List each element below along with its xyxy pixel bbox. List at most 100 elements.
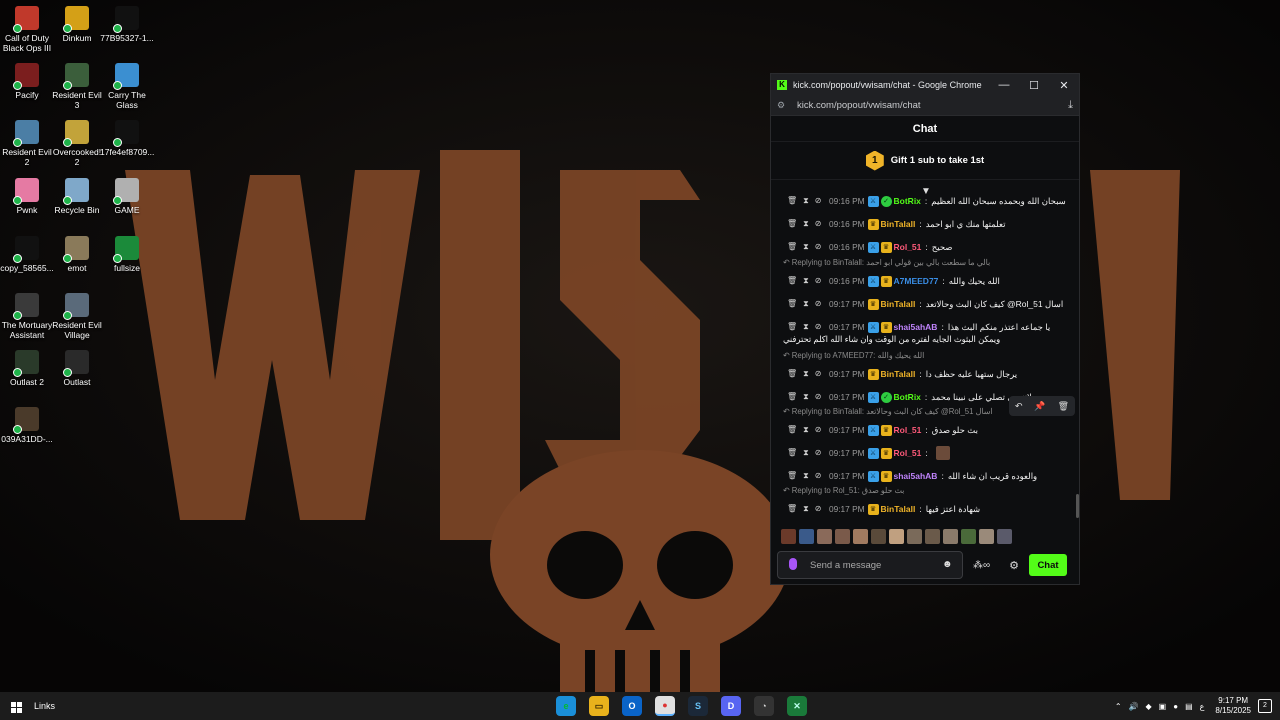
emote-image[interactable] (799, 528, 814, 544)
reply-icon[interactable]: ↶ (1015, 401, 1023, 412)
desktop-icon[interactable]: Resident Evil Village (50, 293, 104, 340)
file-explorer-icon[interactable]: ▭ (589, 696, 609, 716)
chevron-up-icon[interactable]: ⌃ (1115, 702, 1122, 711)
send-chat-button[interactable]: Chat (1029, 554, 1067, 576)
minimize-button[interactable]: — (989, 79, 1019, 91)
chat-message[interactable]: 🗑 ⧗ ⊘ 09:17 PM ⚔ ♛ shai5ahAB: والعوده قريب ان ش… (771, 467, 1071, 485)
desktop-icon[interactable]: 77B95327-1... (100, 6, 154, 43)
chrome-icon[interactable]: ● (655, 696, 675, 716)
desktop-icon[interactable]: fullsize (100, 236, 154, 273)
chat-message[interactable]: 🗑 ⧗ ⊘ 09:17 PM ♛ BinTalall: شهادة اعتز فيها (771, 500, 1071, 518)
mic-icon[interactable] (789, 558, 797, 570)
links-toolbar[interactable]: Links (34, 701, 55, 711)
trash-icon[interactable]: 🗑 (787, 219, 797, 229)
desktop-icon[interactable]: emot (50, 236, 104, 273)
desktop-icon[interactable]: Call of Duty Black Ops III (0, 6, 54, 53)
microphone-icon[interactable]: ● (1173, 702, 1178, 711)
ban-icon[interactable]: ⊘ (815, 369, 822, 379)
message-username[interactable]: BinTalall (881, 219, 916, 229)
message-username[interactable]: BinTalall (881, 504, 916, 514)
trash-icon[interactable]: 🗑 (787, 299, 797, 309)
trash-icon[interactable]: 🗑 (787, 392, 797, 402)
chat-message[interactable]: 🗑 ⧗ ⊘ 09:17 PM ⚔ ♛ Rol_51: بث حلو صدق (771, 421, 1071, 439)
emote-image[interactable] (781, 528, 796, 544)
desktop-icon[interactable]: Pwnk (0, 178, 54, 215)
clock[interactable]: 9:17 PM 8/15/2025 (1215, 696, 1251, 716)
timeout-icon[interactable]: ⧗ (803, 219, 809, 229)
window-titlebar[interactable]: K kick.com/popout/vwisam/chat - Google C… (771, 74, 1079, 96)
timeout-icon[interactable]: ⧗ (803, 504, 809, 514)
ban-icon[interactable]: ⊘ (815, 276, 822, 286)
ban-icon[interactable]: ⊘ (815, 425, 822, 435)
chat-message[interactable]: 🗑 ⧗ ⊘ 09:17 PM ♛ BinTalall: يرجال ستهيا عليه ح… (771, 365, 1071, 383)
ban-icon[interactable]: ⊘ (815, 392, 822, 402)
delete-icon[interactable]: 🗑 (1058, 401, 1069, 412)
ban-icon[interactable]: ⊘ (815, 196, 822, 206)
message-username[interactable]: shai5ahAB (894, 322, 938, 332)
emote-image[interactable] (871, 528, 886, 544)
desktop-icon[interactable]: Resident Evil 2 (0, 120, 54, 167)
reply-context[interactable]: ↶ Replying to BinTalall: كيف كان البث وح… (783, 407, 992, 419)
desktop-icon[interactable]: 039A31DD-... (0, 407, 54, 444)
trash-icon[interactable]: 🗑 (787, 276, 797, 286)
ban-icon[interactable]: ⊘ (815, 242, 822, 252)
trash-icon[interactable]: 🗑 (787, 196, 797, 206)
timeout-icon[interactable]: ⧗ (803, 242, 809, 252)
ban-icon[interactable]: ⊘ (815, 219, 822, 229)
desktop-icon[interactable]: 17fe4ef8709... (100, 120, 154, 157)
emote-image[interactable] (961, 528, 976, 544)
desktop-icon[interactable]: Overcooked! 2 (50, 120, 104, 167)
desktop-icon[interactable]: Carry The Glass (100, 63, 154, 110)
desktop-icon[interactable]: Recycle Bin (50, 178, 104, 215)
chat-message[interactable]: 🗑 ⧗ ⊘ 09:16 PM ♛ BinTalall: تعلمتها منك ي ابو … (771, 215, 1071, 233)
emoji-icon[interactable]: ☻ (942, 559, 953, 570)
trash-icon[interactable]: 🗑 (787, 425, 797, 435)
channel-points-icon[interactable]: ⁂∞ (973, 560, 1005, 571)
chat-message[interactable]: 🗑 ⧗ ⊘ 09:16 PM ⚔ ✓ BotRix: سبحان الله وبحمده سب… (771, 192, 1071, 210)
timeout-icon[interactable]: ⧗ (803, 322, 809, 332)
desktop-icon[interactable]: copy_58565... (0, 236, 54, 273)
timeout-icon[interactable]: ⧗ (803, 471, 809, 481)
chat-message[interactable]: 🗑 ⧗ ⊘ 09:16 PM ⚔ ♛ A7MEED77: الله يحيك والله (771, 272, 1071, 290)
edge-icon[interactable]: e (556, 696, 576, 716)
message-username[interactable]: Rol_51 (894, 242, 922, 252)
message-username[interactable]: BotRix (894, 196, 921, 206)
ban-icon[interactable]: ⊘ (815, 299, 822, 309)
notification-center-icon[interactable]: 2 (1258, 699, 1272, 713)
settings-gear-icon[interactable]: ⚙ (1005, 559, 1023, 572)
timeout-icon[interactable]: ⧗ (803, 299, 809, 309)
display-icon[interactable]: ▣ (1159, 702, 1167, 711)
gift-sub-banner[interactable]: 1 Gift 1 sub to take 1st (771, 142, 1079, 180)
start-button[interactable] (0, 699, 32, 713)
desktop-icon[interactable]: GAME (100, 178, 154, 215)
speedometer-icon[interactable]: ◔ (754, 696, 774, 716)
trash-icon[interactable]: 🗑 (787, 504, 797, 514)
desktop-icon[interactable]: Outlast (50, 350, 104, 387)
emote-image[interactable] (943, 528, 958, 544)
trash-icon[interactable]: 🗑 (787, 369, 797, 379)
timeout-icon[interactable]: ⧗ (803, 369, 809, 379)
network-icon[interactable]: ▤ (1185, 702, 1193, 711)
discord-icon[interactable]: D (721, 696, 741, 716)
address-bar[interactable]: ⚙ kick.com/popout/vwisam/chat ⤓ (771, 96, 1079, 116)
pin-icon[interactable]: 📌 (1034, 401, 1045, 412)
desktop-icon[interactable]: Outlast 2 (0, 350, 54, 387)
message-username[interactable]: BotRix (894, 392, 921, 402)
ban-icon[interactable]: ⊘ (815, 448, 822, 458)
message-username[interactable]: Rol_51 (894, 448, 922, 458)
trash-icon[interactable]: 🗑 (787, 322, 797, 332)
timeout-icon[interactable]: ⧗ (803, 196, 809, 206)
timeout-icon[interactable]: ⧗ (803, 276, 809, 286)
desktop-icon[interactable]: Resident Evil 3 (50, 63, 104, 110)
url-text[interactable]: kick.com/popout/vwisam/chat (797, 100, 1068, 111)
message-username[interactable]: BinTalall (881, 299, 916, 309)
message-input[interactable] (777, 551, 963, 579)
reply-context[interactable]: ↶ Replying to A7MEED77: الله يحيك والله (783, 351, 924, 363)
trash-icon[interactable]: 🗑 (787, 448, 797, 458)
emote-image[interactable] (907, 528, 922, 544)
desktop-icon[interactable]: The Mortuary Assistant (0, 293, 54, 340)
app-tray-icon[interactable]: ◆ (1146, 702, 1152, 711)
emote-image[interactable] (925, 528, 940, 544)
message-username[interactable]: Rol_51 (894, 425, 922, 435)
desktop-icon[interactable]: Pacify (0, 63, 54, 100)
